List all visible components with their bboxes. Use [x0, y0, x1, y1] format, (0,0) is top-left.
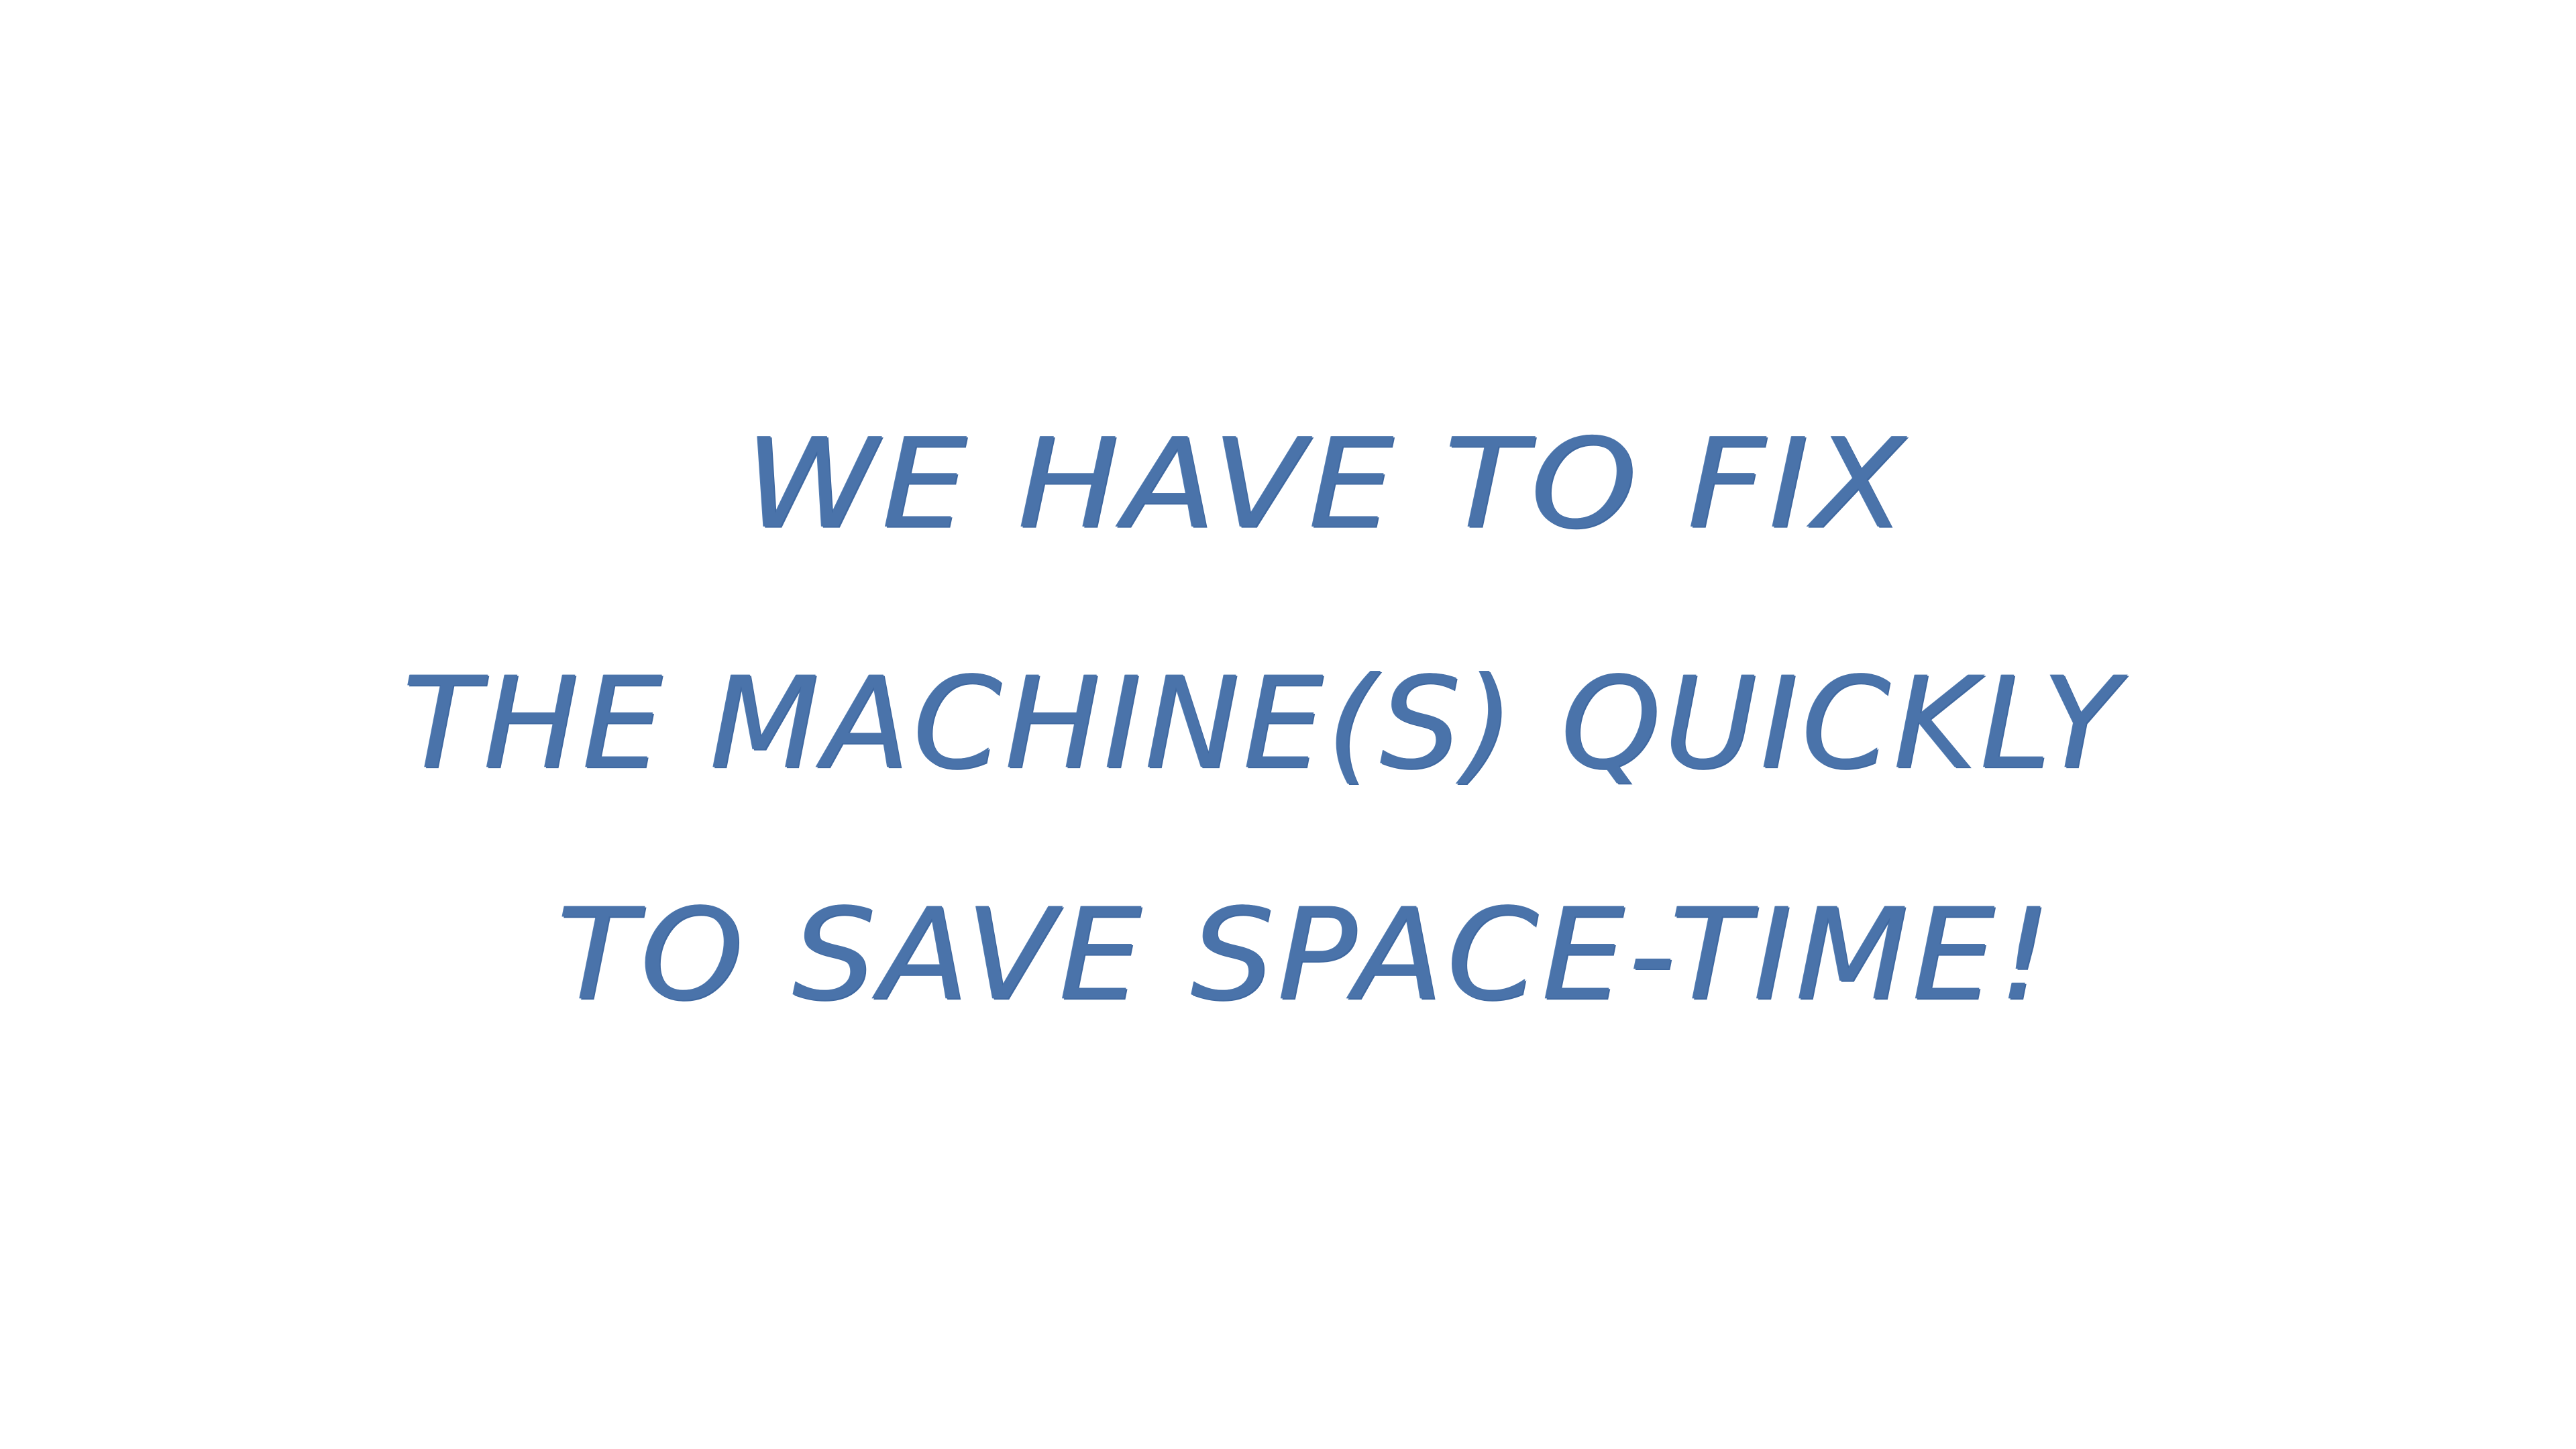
message-line-2: THE MACHINE(S) QUICKLY [402, 650, 2124, 798]
message-line-1: WE HAVE TO FIX [745, 412, 1909, 556]
handwritten-canvas: WE HAVE TO FIX THE MACHINE(S) QUICKLY TO… [0, 0, 2576, 1449]
message-line-3: TO SAVE SPACE-TIME! [557, 881, 2055, 1029]
